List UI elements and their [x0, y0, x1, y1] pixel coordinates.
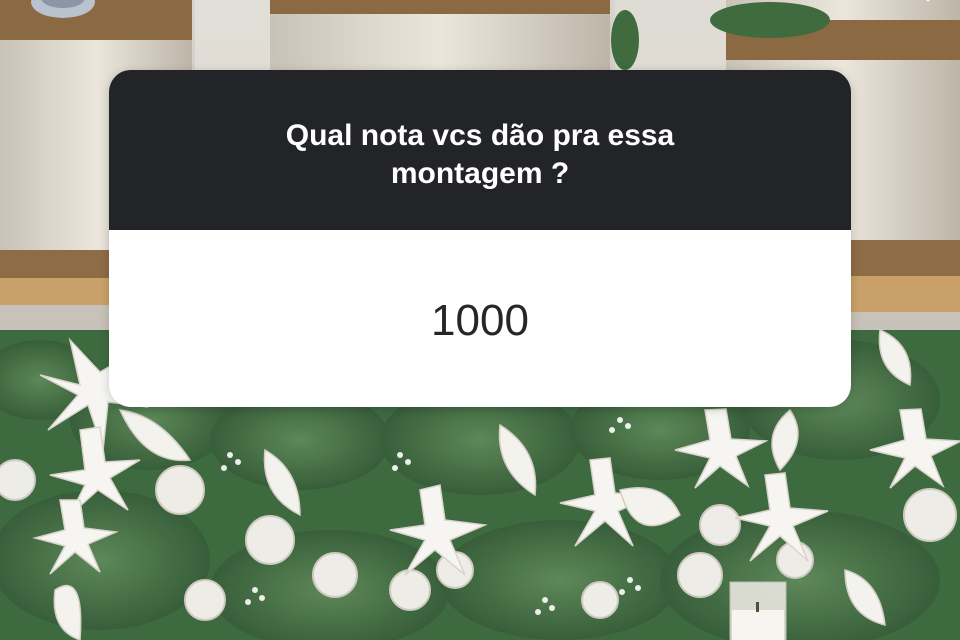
close-icon[interactable] — [916, 0, 940, 8]
question-header: Qual nota vcs dão pra essa montagem ? — [109, 70, 851, 230]
lamp-center — [270, 0, 610, 80]
question-sticker: Qual nota vcs dão pra essa montagem ? 10… — [109, 70, 851, 407]
candle — [729, 581, 787, 640]
answer-text: 1000 — [431, 295, 529, 345]
answer-area: 1000 — [109, 230, 851, 407]
question-text: Qual nota vcs dão pra essa montagem ? — [285, 118, 675, 190]
